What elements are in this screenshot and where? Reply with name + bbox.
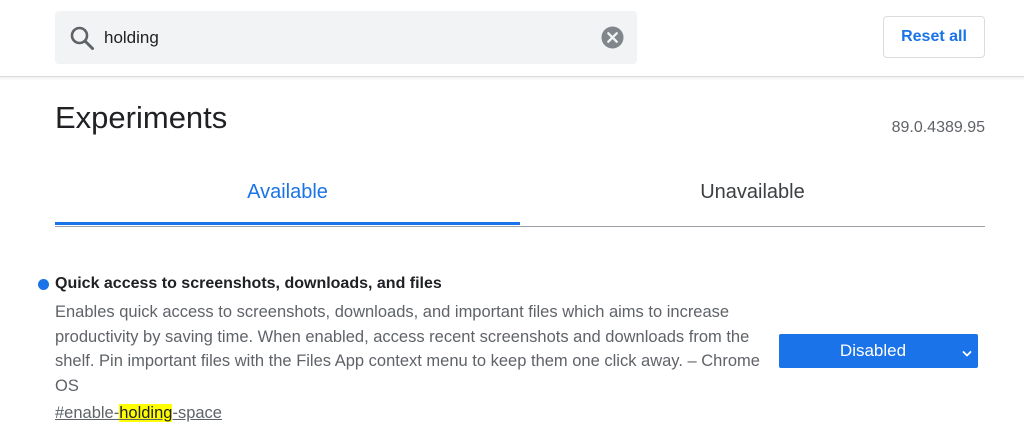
experiment-state-value: Disabled — [839, 341, 907, 360]
header-bar: Reset all — [0, 0, 1024, 77]
experiment-state-select[interactable]: Disabled — [779, 334, 978, 368]
search-box[interactable] — [55, 11, 637, 64]
search-input[interactable] — [104, 11, 584, 64]
page-title: Experiments — [55, 100, 228, 135]
chevron-down-icon — [962, 346, 972, 357]
experiment-description: Enables quick access to screenshots, dow… — [55, 303, 760, 395]
tab-unavailable-label: Unavailable — [700, 181, 805, 203]
experiment-title: Quick access to screenshots, downloads, … — [55, 275, 442, 292]
close-circle-icon[interactable] — [601, 26, 624, 49]
tab-available[interactable]: Available — [55, 160, 520, 225]
experiment-permalink-suffix: -space — [172, 404, 222, 422]
search-match-highlight: holding — [119, 404, 173, 422]
experiment-item: Quick access to screenshots, downloads, … — [0, 262, 1024, 432]
tab-selected-indicator — [55, 222, 520, 225]
reset-all-button[interactable]: Reset all — [883, 16, 985, 58]
experiment-permalink[interactable]: #enable-holding-space — [55, 402, 222, 424]
tab-bar: Available Unavailable — [55, 160, 985, 227]
search-icon — [69, 25, 95, 51]
tab-available-label: Available — [247, 181, 328, 203]
experiment-permalink-prefix: #enable- — [55, 404, 120, 422]
flags-page: Reset all Experiments 89.0.4389.95 Avail… — [0, 0, 1024, 442]
version-label: 89.0.4389.95 — [891, 119, 985, 136]
tab-unavailable[interactable]: Unavailable — [520, 160, 985, 224]
new-experiment-dot-icon — [38, 279, 49, 290]
